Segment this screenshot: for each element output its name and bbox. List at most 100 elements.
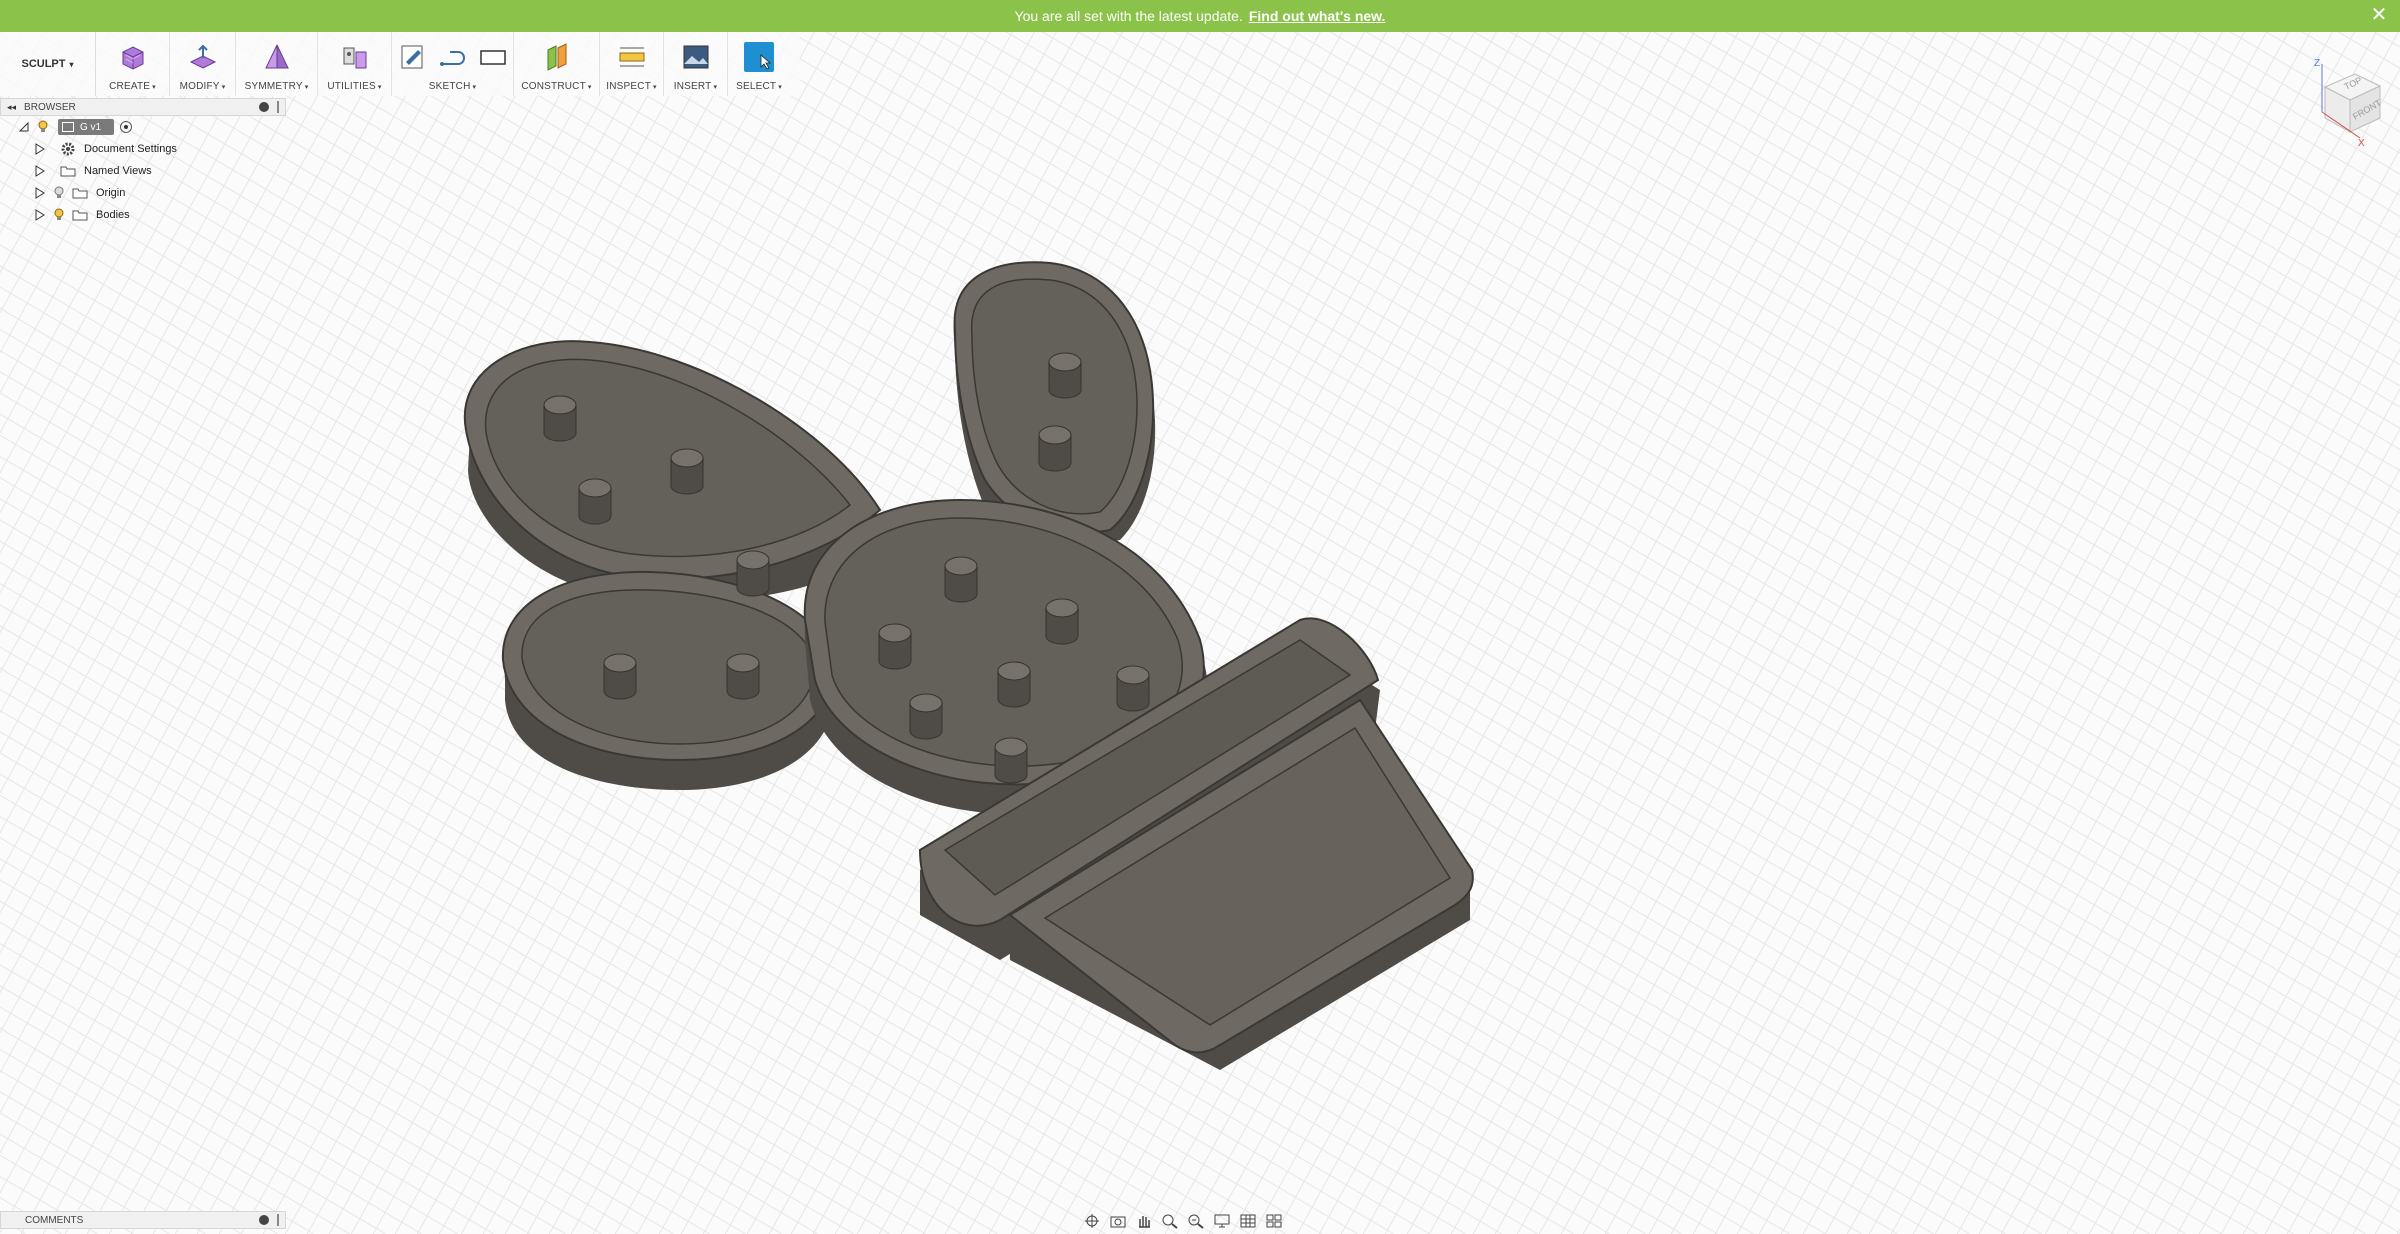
viewports-icon[interactable] [1264,1212,1284,1230]
expand-right-icon[interactable] [34,143,46,155]
insert-group[interactable]: INSERT ▾ [664,32,728,96]
component-icon [62,122,74,132]
tree-item-document-settings[interactable]: Document Settings [0,138,286,160]
peg [1116,665,1150,712]
pan-hand-icon[interactable] [1134,1212,1154,1230]
lightbulb-on-icon[interactable] [52,208,66,222]
peg [994,737,1028,784]
look-at-icon[interactable] [1108,1212,1128,1230]
expand-down-icon[interactable] [18,121,30,133]
select-icon[interactable] [744,42,774,72]
root-component[interactable]: G v1 [58,119,114,135]
tree-item-label: Origin [96,187,126,199]
peg [878,623,912,670]
navigation-bar [1082,1210,1284,1232]
select-label: SELECT [736,81,777,92]
peg [1038,425,1072,472]
update-notification-bar: You are all set with the latest update. … [0,0,2400,32]
peg [543,395,577,442]
tree-item-named-views[interactable]: Named Views [0,160,286,182]
create-group[interactable]: CREATE ▾ [96,32,170,96]
axis-z-label: Z [2314,58,2320,69]
expand-right-icon[interactable] [34,187,46,199]
workspace-label: SCULPT [21,58,66,70]
peg [1048,352,1082,399]
lower-left-pad-body[interactable] [501,570,837,790]
folder-icon [72,210,88,221]
sketch-label: SKETCH [428,81,471,92]
folder-icon [60,166,76,177]
zoom-window-icon[interactable] [1186,1212,1206,1230]
tree-item-label: Named Views [84,165,152,177]
insert-image-icon[interactable] [681,42,711,72]
tree-item-origin[interactable]: Origin [0,182,286,204]
zoom-icon[interactable] [1160,1212,1180,1230]
peg [578,478,612,525]
sketch-group[interactable]: SKETCH ▾ [392,32,514,96]
symmetry-label: SYMMETRY [244,81,303,92]
create-sketch-icon[interactable] [398,42,428,72]
symmetry-group[interactable]: SYMMETRY ▾ [236,32,318,96]
modify-group[interactable]: MODIFY ▾ [170,32,236,96]
pin-icon[interactable] [259,102,269,112]
gear-icon [61,142,75,156]
comments-title: COMMENTS [25,1214,84,1226]
tree-root-row[interactable]: G v1 [0,116,286,138]
comments-header[interactable]: COMMENTS [0,1211,286,1229]
tree-item-label: Document Settings [84,143,177,155]
browser-title: BROWSER [24,101,76,113]
offset-plane-icon[interactable] [542,42,572,72]
utilities-label: UTILITIES [327,81,376,92]
tree-item-bodies[interactable]: Bodies [0,204,286,226]
peg [909,693,943,740]
peg [1045,598,1079,645]
peg [997,661,1031,708]
folder-icon [72,188,88,199]
inspect-group[interactable]: INSPECT ▾ [600,32,664,96]
insert-label: INSERT [673,81,712,92]
root-label: G v1 [80,121,102,133]
display-settings-icon[interactable] [1212,1212,1232,1230]
whats-new-link[interactable]: Find out what's new. [1249,8,1386,24]
create-box-icon[interactable] [118,42,148,72]
utilities-icon[interactable] [340,42,370,72]
axis-x-label: X [2358,138,2365,148]
inspect-label: INSPECT [606,81,652,92]
viewcube[interactable]: TOP FRONT Z X [2300,52,2390,149]
main-toolbar: SCULPT ▾ CREATE ▾ MODIFY ▾ SYMMETRY ▾ UT… [0,32,800,96]
utilities-group[interactable]: UTILITIES ▾ [318,32,392,96]
rectangle-icon[interactable] [478,42,508,72]
chevron-down-icon: ▾ [69,59,74,69]
modify-edit-form-icon[interactable] [188,42,218,72]
spline-icon[interactable] [438,42,468,72]
peg [670,448,704,495]
symmetry-icon[interactable] [262,42,292,72]
peg [944,556,978,603]
tree-item-label: Bodies [96,209,130,221]
construct-label: CONSTRUCT [521,81,586,92]
collapse-icon[interactable]: ◂◂ [7,102,16,113]
browser-header[interactable]: ◂◂ BROWSER [0,98,286,116]
activate-radio-icon[interactable] [120,121,132,133]
lightbulb-off-icon[interactable] [52,186,66,200]
peg [726,653,760,700]
pin-icon[interactable] [259,1215,269,1225]
create-label: CREATE [109,81,151,92]
cactus-model[interactable] [0,0,2400,1234]
measure-icon[interactable] [617,42,647,72]
modify-label: MODIFY [179,81,220,92]
orbit-icon[interactable] [1082,1212,1102,1230]
notification-message: You are all set with the latest update. [1014,8,1243,24]
expand-right-icon[interactable] [34,209,46,221]
grid-settings-icon[interactable] [1238,1212,1258,1230]
browser-panel: ◂◂ BROWSER G v1 Document Settings Named … [0,98,286,226]
panel-grip-icon[interactable] [277,101,282,113]
lightbulb-on-icon[interactable] [36,120,50,134]
expand-right-icon[interactable] [34,165,46,177]
construct-group[interactable]: CONSTRUCT ▾ [514,32,600,96]
workspace-switcher[interactable]: SCULPT ▾ [0,32,96,96]
close-icon[interactable]: ✕ [2368,4,2390,26]
select-group[interactable]: SELECT ▾ [728,32,790,96]
panel-grip-icon[interactable] [277,1214,282,1226]
peg [736,550,770,597]
